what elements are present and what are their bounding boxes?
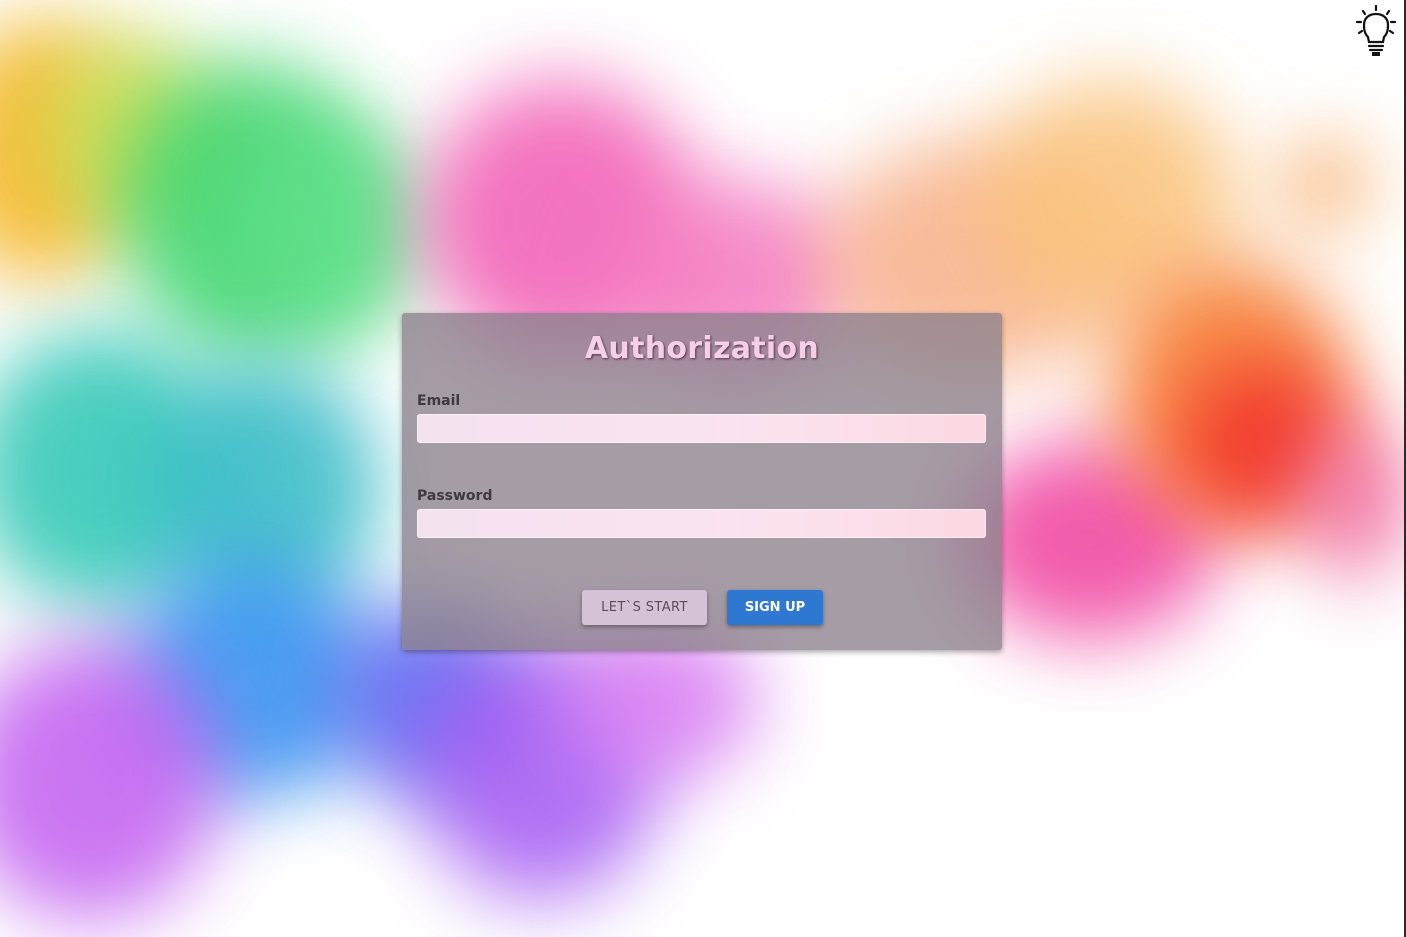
password-field[interactable]	[417, 509, 986, 538]
email-label: Email	[417, 393, 461, 409]
page: Authorization Email Password LET`S START…	[0, 0, 1406, 937]
authorization-panel: Authorization Email Password LET`S START…	[402, 313, 1002, 650]
email-field[interactable]	[417, 414, 986, 443]
page-title: Authorization	[584, 331, 820, 366]
password-label: Password	[417, 488, 493, 504]
lets-start-button[interactable]: LET`S START	[582, 590, 707, 625]
lightbulb-icon[interactable]	[1354, 4, 1398, 58]
sign-up-button[interactable]: SIGN UP	[727, 590, 823, 625]
